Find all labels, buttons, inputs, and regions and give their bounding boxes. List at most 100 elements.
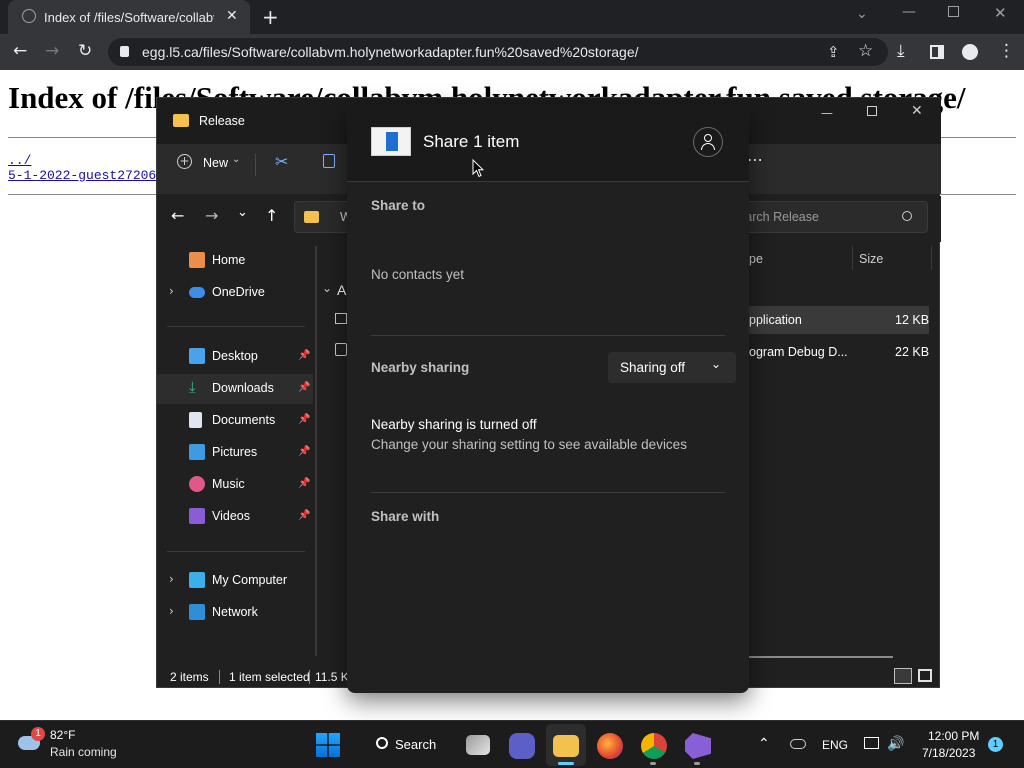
column-header-size[interactable]: Size (859, 252, 883, 266)
cut-icon[interactable]: ✂ (275, 152, 288, 171)
weather-widget[interactable]: 1 82°F Rain coming (14, 726, 124, 764)
onedrive-tray-icon[interactable] (790, 739, 806, 749)
file-thumbnail-icon (371, 127, 411, 156)
bookmark-star-icon[interactable]: ☆ (858, 43, 873, 60)
recent-chevron-icon[interactable]: ⌄ (237, 205, 248, 220)
up-icon[interactable]: ↑ (265, 206, 278, 225)
firefox-icon[interactable] (597, 733, 623, 759)
browser-tab[interactable]: Index of /files/Software/collabvm ✕ (8, 0, 250, 34)
side-panel-icon[interactable] (930, 45, 944, 59)
search-box[interactable]: Search Release (737, 201, 928, 233)
close-window-icon[interactable]: ✕ (994, 4, 1007, 22)
back-icon[interactable]: ← (171, 206, 184, 225)
file-explorer-icon[interactable] (553, 735, 579, 757)
sidebar-item-onedrive[interactable]: › OneDrive (157, 278, 312, 308)
notification-badge[interactable]: 1 (988, 737, 1003, 752)
parent-directory-link[interactable]: ../ (8, 153, 31, 168)
copy-icon[interactable] (323, 154, 335, 168)
share-page-icon[interactable]: ⇪ (827, 44, 840, 61)
group-header: A (337, 282, 347, 298)
language-indicator[interactable]: ENG (822, 738, 848, 752)
column-divider (931, 246, 932, 270)
sidebar-item-videos[interactable]: Videos 📌 (157, 502, 312, 532)
table-row[interactable]: pplication 12 KB (749, 306, 929, 334)
profile-icon[interactable] (962, 44, 978, 60)
forward-icon[interactable]: → (45, 43, 59, 60)
new-tab-icon[interactable]: + (262, 5, 279, 29)
sidebar-item-downloads[interactable]: ⤓ Downloads 📌 (157, 374, 313, 404)
horizontal-scrollbar[interactable] (749, 656, 893, 658)
new-button[interactable]: New (203, 156, 228, 170)
chevron-down-icon: ⌄ (232, 154, 241, 165)
weather-description: Rain coming (50, 745, 117, 759)
file-type: pplication (749, 313, 802, 327)
sidebar-item-pictures[interactable]: Pictures 📌 (157, 438, 312, 468)
tiles-view-icon[interactable] (918, 669, 932, 682)
dropdown-value: Sharing off (620, 360, 686, 375)
chevron-down-icon[interactable]: ⌄ (322, 281, 332, 295)
close-icon[interactable]: ✕ (911, 103, 923, 119)
clock-time[interactable]: 12:00 PM (928, 729, 979, 743)
explorer-title: Release (199, 114, 245, 128)
sidebar-item-desktop[interactable]: Desktop 📌 (157, 342, 312, 372)
chevron-right-icon: › (169, 604, 174, 618)
volume-icon[interactable]: 🔊 (887, 735, 904, 752)
desktop-icon (189, 348, 205, 364)
sidebar: Home › OneDrive Desktop 📌 ⤓ Downloads 📌 … (157, 246, 315, 656)
maximize-icon[interactable] (867, 106, 877, 116)
forward-icon[interactable]: → (205, 206, 218, 225)
download-icon[interactable]: ⤓ (897, 43, 905, 60)
nearby-sharing-dropdown[interactable]: Sharing off ⌄ (608, 352, 736, 383)
section-divider (371, 492, 725, 493)
file-size: 22 KB (895, 345, 930, 359)
restore-icon[interactable] (948, 6, 959, 17)
clock-date[interactable]: 7/18/2023 (922, 746, 975, 760)
address-field[interactable]: W (294, 201, 354, 233)
column-header-type[interactable]: pe (749, 252, 763, 266)
active-indicator (558, 762, 574, 765)
details-view-icon[interactable] (894, 668, 912, 684)
start-button[interactable] (316, 733, 340, 757)
picture-icon (189, 444, 205, 460)
app-indicator (650, 762, 656, 765)
reload-icon[interactable]: ↻ (78, 43, 92, 60)
sidebar-item-music[interactable]: Music 📌 (157, 470, 312, 500)
back-icon[interactable]: ← (13, 43, 27, 60)
close-tab-icon[interactable]: ✕ (226, 8, 238, 24)
share-title: Share 1 item (423, 132, 520, 151)
nearby-off-description: Change your sharing setting to see avail… (371, 437, 687, 452)
menu-dots-icon[interactable]: ⋮ (998, 43, 1015, 60)
sidebar-item-network[interactable]: › Network (157, 598, 312, 628)
nearby-sharing-label: Nearby sharing (371, 360, 470, 375)
status-item-count: 2 items (170, 670, 209, 684)
sidebar-item-documents[interactable]: Documents 📌 (157, 406, 312, 436)
windows-logo-icon (316, 733, 340, 757)
weather-badge: 1 (31, 727, 45, 741)
chrome-icon[interactable] (641, 733, 667, 759)
document-icon (189, 412, 202, 428)
globe-icon (22, 9, 36, 23)
url-text[interactable]: egg.l5.ca/files/Software/collabvm.holyne… (142, 44, 639, 60)
more-icon[interactable]: ⋯ (747, 150, 763, 169)
minimize-icon[interactable]: — (902, 4, 916, 20)
table-row[interactable]: ogram Debug D... 22 KB (749, 338, 929, 366)
no-contacts-text: No contacts yet (371, 267, 465, 282)
sidebar-item-my-computer[interactable]: › My Computer (157, 566, 312, 596)
status-divider (219, 670, 220, 684)
sidebar-scrollbar[interactable] (315, 246, 317, 656)
search-icon (376, 737, 388, 749)
pin-icon: 📌 (298, 446, 311, 457)
sidebar-item-home[interactable]: Home (157, 246, 312, 276)
display-icon[interactable] (864, 737, 879, 749)
file-link[interactable]: 5-1-2022-guest27206.i (8, 168, 172, 183)
pin-icon: 📌 (298, 478, 311, 489)
minimize-icon[interactable]: — (821, 106, 833, 120)
account-icon[interactable] (693, 127, 723, 157)
divider (255, 154, 256, 176)
chevron-up-icon[interactable]: ⌃ (758, 735, 770, 752)
status-divider (309, 670, 310, 684)
chat-icon[interactable] (509, 733, 535, 759)
task-view-icon[interactable] (466, 735, 490, 755)
taskbar-search[interactable]: Search (364, 731, 444, 759)
tab-search-icon[interactable]: ⌄ (856, 6, 868, 22)
